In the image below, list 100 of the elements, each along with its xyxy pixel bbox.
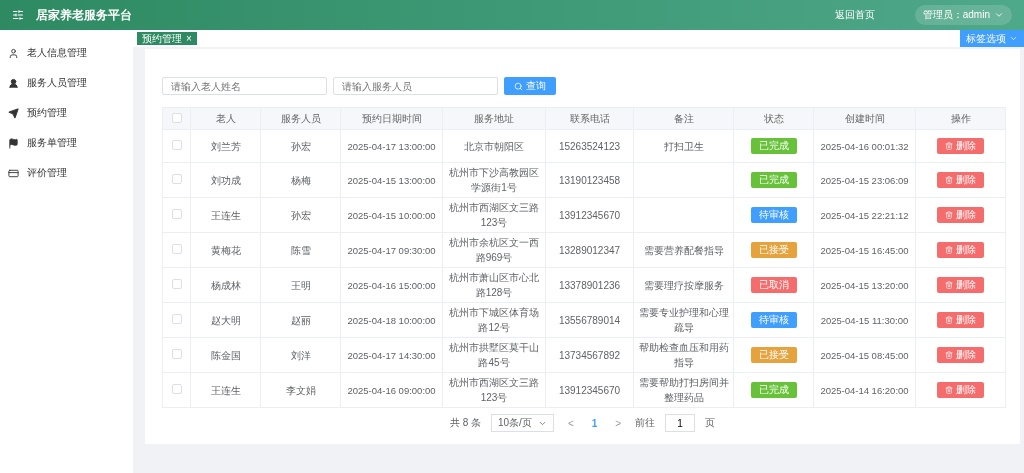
column-header: 服务地址 [442, 107, 546, 130]
table-cell: 杨梅 [260, 162, 341, 198]
column-header: 服务人员 [260, 107, 341, 130]
checkbox[interactable] [171, 139, 182, 150]
table-cell: 杭州市下城区体育场路12号 [442, 302, 546, 338]
table-cell: 杭州市余杭区文一西路969号 [442, 232, 546, 268]
table-cell: 杭州市西湖区文三路123号 [442, 372, 546, 408]
close-icon[interactable]: × [186, 33, 192, 44]
page-number[interactable]: 1 [587, 417, 602, 429]
trash-icon [945, 281, 953, 289]
table-cell: 13556789014 [545, 302, 634, 338]
column-header: 创建时间 [813, 107, 916, 130]
status-tag: 已接受 [750, 242, 797, 258]
card-icon [8, 167, 19, 179]
status-tag: 已完成 [750, 172, 797, 188]
search-icon [514, 81, 523, 91]
delete-button[interactable]: 删除 [937, 242, 984, 258]
status-tag: 待审核 [750, 312, 797, 328]
table-cell: 13734567892 [545, 337, 634, 373]
caret-icon [994, 10, 1004, 20]
prev-page-button[interactable]: < [563, 417, 578, 429]
table-cell: 13378901236 [545, 267, 634, 303]
delete-button[interactable]: 删除 [937, 312, 984, 328]
status-tag: 已接受 [750, 347, 797, 363]
table-cell: 2025-04-16 09:00:00 [340, 372, 443, 408]
flag-icon [8, 137, 19, 149]
home-link[interactable]: 返回首页 [834, 8, 875, 22]
next-page-button[interactable]: > [611, 417, 626, 429]
caret-icon [1009, 34, 1018, 43]
table-cell: 13912345670 [545, 197, 634, 233]
table-cell: 2025-04-17 09:30:00 [340, 232, 443, 268]
checkbox[interactable] [171, 348, 182, 359]
table-cell: 2025-04-15 13:00:00 [340, 162, 443, 198]
trash-icon [945, 386, 953, 394]
table-cell: 需要营养配餐指导 [633, 232, 734, 268]
menu-icon[interactable] [12, 9, 24, 21]
table-cell: 刘兰芳 [190, 129, 261, 163]
delete-button[interactable]: 删除 [937, 172, 984, 188]
trash-icon [945, 246, 953, 254]
table-cell: 需要帮助打扫房间并整理药品 [633, 372, 734, 408]
delete-button[interactable]: 删除 [937, 277, 984, 293]
table-cell: 2025-04-15 13:20:00 [813, 267, 916, 303]
table-cell: 2025-04-15 16:45:00 [813, 232, 916, 268]
column-header: 联系电话 [545, 107, 634, 130]
checkbox[interactable] [171, 112, 182, 123]
page-suffix: 页 [705, 416, 716, 430]
page-size-select[interactable]: 10条/页 [491, 414, 554, 432]
table-cell: 2025-04-17 13:00:00 [340, 129, 443, 163]
paper-plane-icon [8, 107, 19, 119]
status-tag: 已取消 [750, 277, 797, 293]
tab-options-button[interactable]: 标签选项 [960, 30, 1024, 47]
checkbox[interactable] [171, 383, 182, 394]
status-tag: 已完成 [750, 138, 797, 154]
table-cell: 赵丽 [260, 302, 341, 338]
checkbox[interactable] [171, 208, 182, 219]
table-cell: 需要专业护理和心理疏导 [633, 302, 734, 338]
table-cell: 2025-04-15 08:45:00 [813, 337, 916, 373]
table-cell: 2025-04-15 22:21:12 [813, 197, 916, 233]
table-cell: 打扫卫生 [633, 129, 734, 163]
column-header: 备注 [633, 107, 734, 130]
delete-button[interactable]: 删除 [937, 382, 984, 398]
search-field[interactable]: 请输入老人姓名 [162, 77, 327, 95]
page-input[interactable]: 1 [665, 414, 696, 432]
sidebar-item[interactable]: 评价管理 [0, 158, 133, 188]
table-cell: 2025-04-18 10:00:00 [340, 302, 443, 338]
table-cell: 孙宏 [260, 197, 341, 233]
table-cell: 需要理疗按摩服务 [633, 267, 734, 303]
checkbox[interactable] [171, 278, 182, 289]
status-tag: 已完成 [750, 382, 797, 398]
user-menu[interactable]: 管理员：admin [914, 5, 1012, 25]
sidebar-item[interactable]: 服务单管理 [0, 128, 133, 158]
checkbox[interactable] [171, 173, 182, 184]
delete-button[interactable]: 删除 [937, 138, 984, 154]
table-cell: 陈金国 [190, 337, 261, 373]
delete-button[interactable]: 删除 [937, 347, 984, 363]
checkbox[interactable] [171, 313, 182, 324]
trash-icon [945, 316, 953, 324]
table-cell: 杭州市西湖区文三路123号 [442, 197, 546, 233]
table-cell: 15263524123 [545, 129, 634, 163]
table-cell: 2025-04-16 15:00:00 [340, 267, 443, 303]
delete-button[interactable]: 删除 [937, 207, 984, 223]
table-cell: 2025-04-15 23:06:09 [813, 162, 916, 198]
table-cell: 刘洋 [260, 337, 341, 373]
table-cell: 黄梅花 [190, 232, 261, 268]
table-cell: 13289012347 [545, 232, 634, 268]
column-header: 老人 [190, 107, 261, 130]
checkbox[interactable] [171, 243, 182, 254]
search-field[interactable]: 请输入服务人员 [333, 77, 498, 95]
table-cell: 杭州市拱墅区莫干山路45号 [442, 337, 546, 373]
page-tab[interactable]: 预约管理 × [137, 32, 197, 45]
table-cell: 李文娟 [260, 372, 341, 408]
column-header: 状态 [733, 107, 814, 130]
search-button[interactable]: 查询 [504, 77, 556, 95]
sidebar-item[interactable]: 老人信息管理 [0, 38, 133, 68]
table-cell: 王连生 [190, 197, 261, 233]
table-cell: 杨成林 [190, 267, 261, 303]
sidebar-item[interactable]: 服务人员管理 [0, 68, 133, 98]
sidebar-item[interactable]: 预约管理 [0, 98, 133, 128]
table-cell: 王明 [260, 267, 341, 303]
table-cell: 2025-04-16 00:01:32 [813, 129, 916, 163]
